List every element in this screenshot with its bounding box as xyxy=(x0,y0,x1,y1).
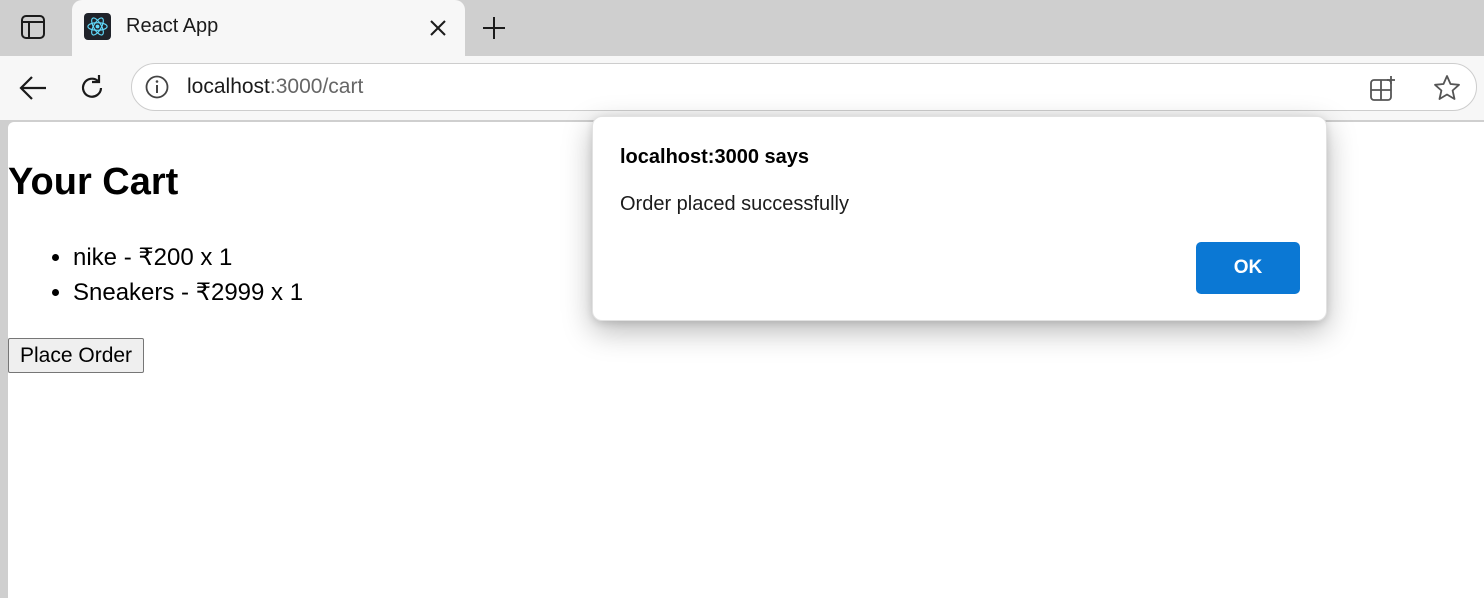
split-screen-icon xyxy=(1370,76,1395,101)
tab-title: React App xyxy=(126,15,219,37)
reload-button[interactable] xyxy=(72,68,112,108)
reload-icon xyxy=(81,75,103,98)
plus-icon xyxy=(483,17,505,39)
tab-actions-icon xyxy=(21,15,45,39)
favorite-button[interactable] xyxy=(1432,73,1462,103)
tab-react-app[interactable]: React App xyxy=(72,0,465,56)
ok-button[interactable]: OK xyxy=(1196,242,1300,294)
tab-close-button[interactable] xyxy=(425,15,451,41)
place-order-button[interactable]: Place Order xyxy=(8,338,145,373)
info-icon xyxy=(145,75,169,99)
browser-toolbar: localhost:3000/cart xyxy=(0,56,1484,120)
new-tab-button[interactable] xyxy=(476,10,512,46)
cart-item: nike - ₹200 x 1 xyxy=(73,240,303,275)
site-info-button[interactable] xyxy=(144,74,170,100)
cart-list: nike - ₹200 x 1 Sneakers - ₹2999 x 1 xyxy=(8,240,303,310)
star-icon xyxy=(1434,75,1460,100)
close-icon xyxy=(430,20,446,36)
alert-message: Order placed successfully xyxy=(620,193,849,215)
url-text[interactable]: localhost:3000/cart xyxy=(187,75,363,99)
page-title: Your Cart xyxy=(8,161,179,203)
url-host: localhost xyxy=(187,75,270,98)
back-arrow-icon xyxy=(19,76,46,100)
url-path: :3000/cart xyxy=(269,75,364,98)
alert-title: localhost:3000 says xyxy=(620,146,809,168)
react-logo-icon xyxy=(84,13,111,40)
cart-item: Sneakers - ₹2999 x 1 xyxy=(73,275,303,310)
split-screen-button[interactable] xyxy=(1368,73,1398,103)
alert-dialog: localhost:3000 says Order placed success… xyxy=(592,116,1327,321)
address-bar[interactable]: localhost:3000/cart xyxy=(131,63,1477,111)
browser-window: React App localhost:3000/cart Your Cart … xyxy=(0,0,1484,598)
back-button[interactable] xyxy=(13,68,53,108)
tab-actions-button[interactable] xyxy=(14,8,52,46)
tab-strip: React App xyxy=(0,0,1484,56)
